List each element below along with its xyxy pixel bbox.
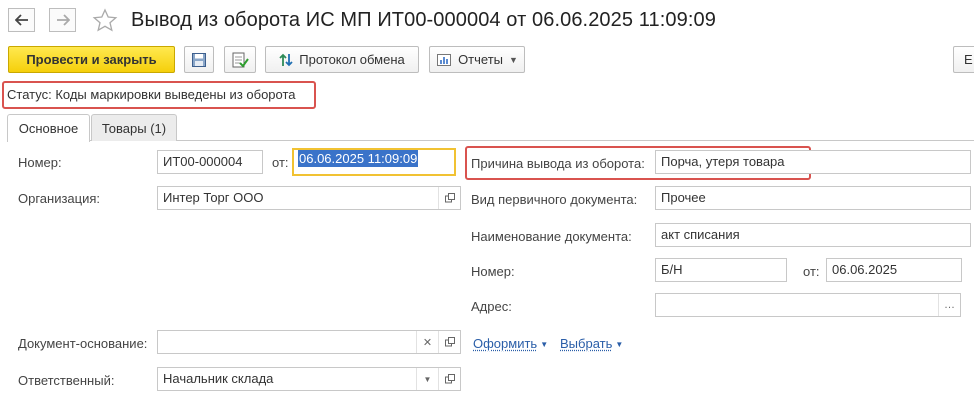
primary-date-field[interactable]: 06.06.2025 xyxy=(826,258,962,282)
exchange-log-label: Протокол обмена xyxy=(299,52,405,67)
address-label: Адрес: xyxy=(471,299,512,314)
ellipsis-icon: … xyxy=(944,299,955,311)
select-link[interactable]: Выбрать ▼ xyxy=(560,336,623,351)
address-select-button[interactable]: … xyxy=(938,294,960,316)
primary-number-label: Номер: xyxy=(471,264,515,279)
floppy-disk-icon xyxy=(191,52,207,68)
responsible-label: Ответственный: xyxy=(18,373,114,388)
back-button[interactable] xyxy=(8,8,35,32)
exchange-arrows-icon xyxy=(279,52,293,68)
open-responsible-button[interactable] xyxy=(438,368,460,390)
forward-button[interactable] xyxy=(49,8,76,32)
primary-doc-type-label: Вид первичного документа: xyxy=(471,192,637,207)
open-icon xyxy=(445,374,455,384)
create-link[interactable]: Оформить ▼ xyxy=(473,336,548,351)
doc-name-label: Наименование документа: xyxy=(471,229,632,244)
post-button[interactable] xyxy=(224,46,256,73)
primary-doc-type-field[interactable]: Прочее xyxy=(655,186,971,210)
organization-field[interactable]: Интер Торг ООО xyxy=(157,186,461,210)
open-base-document-button[interactable] xyxy=(438,331,460,353)
arrow-right-icon xyxy=(56,14,70,26)
number-label: Номер: xyxy=(18,155,62,170)
reports-label: Отчеты xyxy=(458,52,503,67)
close-icon: ✕ xyxy=(423,336,432,349)
arrow-left-icon xyxy=(15,14,29,26)
tab-goods[interactable]: Товары (1) xyxy=(91,114,177,141)
date-from-label: от: xyxy=(272,155,289,170)
open-icon xyxy=(445,193,455,203)
post-document-icon xyxy=(231,51,249,69)
reports-button[interactable]: Отчеты ▼ xyxy=(429,46,525,73)
address-field[interactable]: … xyxy=(655,293,961,317)
reason-field[interactable]: Порча, утеря товара xyxy=(655,150,971,174)
organization-label: Организация: xyxy=(18,191,100,206)
primary-number-field[interactable]: Б/Н xyxy=(655,258,787,282)
favorite-star-icon[interactable] xyxy=(92,8,118,34)
window-title: Вывод из оборота ИС МП ИТ00-000004 от 06… xyxy=(131,9,716,32)
open-organization-button[interactable] xyxy=(438,187,460,209)
clear-button[interactable]: ✕ xyxy=(416,331,438,353)
base-document-field[interactable]: ✕ xyxy=(157,330,461,354)
chevron-down-icon: ▼ xyxy=(424,375,432,384)
post-and-close-button[interactable]: Провести и закрыть xyxy=(8,46,175,73)
responsible-field[interactable]: Начальник склада ▼ xyxy=(157,367,461,391)
dropdown-button[interactable]: ▼ xyxy=(416,368,438,390)
exchange-log-button[interactable]: Протокол обмена xyxy=(265,46,419,73)
create-link-label: Оформить xyxy=(473,336,537,351)
save-button[interactable] xyxy=(184,46,214,73)
reports-icon xyxy=(436,52,452,68)
date-field-value: 06.06.2025 11:09:09 xyxy=(298,150,418,167)
open-icon xyxy=(445,337,455,347)
base-document-label: Документ-основание: xyxy=(18,336,147,351)
select-link-label: Выбрать xyxy=(560,336,612,351)
status-text: Статус: Коды маркировки выведены из обор… xyxy=(7,87,296,102)
responsible-value: Начальник склада xyxy=(163,371,273,386)
reason-label: Причина вывода из оборота: xyxy=(471,156,645,171)
more-button[interactable]: Е xyxy=(953,46,974,73)
chevron-down-icon: ▼ xyxy=(615,340,623,349)
organization-value: Интер Торг ООО xyxy=(163,190,263,205)
chevron-down-icon: ▼ xyxy=(509,55,518,65)
doc-name-field[interactable]: акт списания xyxy=(655,223,971,247)
primary-date-label: от: xyxy=(803,264,820,279)
number-field[interactable]: ИТ00-000004 xyxy=(157,150,263,174)
date-field[interactable]: 06.06.2025 11:09:09 xyxy=(292,148,456,176)
chevron-down-icon: ▼ xyxy=(540,340,548,349)
tab-main[interactable]: Основное xyxy=(7,114,90,142)
